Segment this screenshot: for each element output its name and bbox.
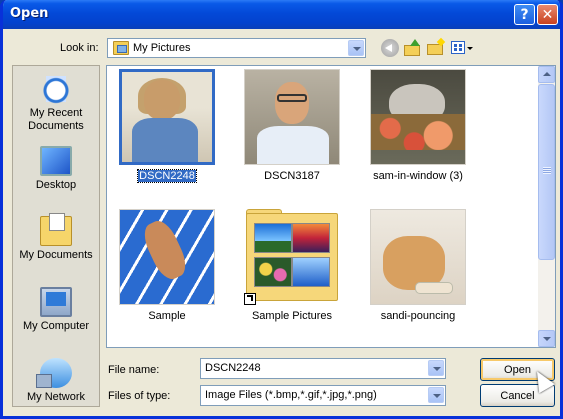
file-item-dscn2248[interactable]: DSCN2248 <box>112 69 222 183</box>
file-type-dropdown[interactable]: Image Files (*.bmp,*.gif,*.jpg,*.png) <box>200 385 446 406</box>
scroll-thumb[interactable] <box>538 84 555 260</box>
file-item-sam-in-window[interactable]: sam-in-window (3) <box>363 69 473 183</box>
file-type-value: Image Files (*.bmp,*.gif,*.jpg,*.png) <box>205 389 377 401</box>
help-button[interactable]: ? <box>514 4 535 25</box>
file-item-sandi-pouncing[interactable]: sandi-pouncing <box>363 209 473 323</box>
place-label: Desktop <box>35 179 77 191</box>
back-icon[interactable] <box>381 39 399 57</box>
place-label: My Computer <box>22 320 90 332</box>
new-folder-icon[interactable] <box>427 37 446 57</box>
close-button[interactable]: ✕ <box>537 4 558 25</box>
file-name-label: sam-in-window (3) <box>373 170 463 182</box>
place-my-recent-documents[interactable]: My Recent Documents <box>13 74 99 133</box>
place-my-computer[interactable]: My Computer <box>13 287 99 333</box>
file-item-dscn3187[interactable]: DSCN3187 <box>237 69 347 183</box>
photo-thumbnail <box>119 209 215 305</box>
title-bar[interactable]: Open ? ✕ <box>3 0 560 29</box>
place-label: My Documents <box>19 249 93 261</box>
views-menu-icon[interactable] <box>450 39 474 57</box>
vertical-scrollbar[interactable] <box>538 66 555 347</box>
window-title: Open <box>10 6 49 21</box>
my-documents-icon <box>40 213 72 246</box>
file-item-sample-pictures[interactable]: Sample Pictures <box>237 209 347 323</box>
shortcut-arrow-icon <box>244 293 256 305</box>
place-my-documents[interactable]: My Documents <box>13 213 99 262</box>
places-bar: My Recent Documents Desktop My Documents… <box>12 65 100 407</box>
photo-thumbnail <box>244 69 340 165</box>
photo-thumbnail <box>119 69 215 165</box>
open-dialog: Open ? ✕ Look in: My Pictures My Recent … <box>0 0 563 419</box>
file-name-label-text: File name: <box>108 364 160 376</box>
look-in-value: My Pictures <box>133 42 191 54</box>
photo-thumbnail <box>370 209 466 305</box>
file-name-label: Sample <box>148 310 186 322</box>
place-desktop[interactable]: Desktop <box>13 146 99 192</box>
look-in-label: Look in: <box>60 42 99 54</box>
folder-thumbnail <box>244 209 340 305</box>
desktop-icon <box>40 146 72 176</box>
recent-documents-icon <box>40 74 72 104</box>
up-folder-icon[interactable] <box>404 39 422 57</box>
scroll-down-icon[interactable] <box>538 330 555 347</box>
file-name-field[interactable]: DSCN2248 <box>200 358 446 379</box>
file-name-label: DSCN3187 <box>264 170 320 182</box>
file-name-label: Sample Pictures <box>251 310 333 322</box>
place-label: My Recent Documents <box>28 107 84 132</box>
place-label: My Network <box>26 391 86 403</box>
file-list[interactable]: DSCN2248 DSCN3187 sam-in-window (3) Samp… <box>106 65 556 348</box>
look-in-dropdown[interactable]: My Pictures <box>107 38 366 58</box>
my-pictures-folder-icon <box>113 41 129 55</box>
scroll-up-icon[interactable] <box>538 66 555 83</box>
chevron-down-icon[interactable] <box>348 40 364 56</box>
photo-thumbnail <box>370 69 466 165</box>
my-network-icon <box>36 358 72 388</box>
chevron-down-icon[interactable] <box>428 387 444 403</box>
file-item-sample[interactable]: Sample <box>112 209 222 323</box>
file-name-value: DSCN2248 <box>205 362 261 374</box>
place-my-network[interactable]: My Network <box>13 358 99 404</box>
file-name-label: DSCN2248 <box>137 169 197 183</box>
my-computer-icon <box>40 287 72 317</box>
file-name-label: sandi-pouncing <box>380 310 456 322</box>
file-type-label-text: Files of type: <box>108 390 171 402</box>
chevron-down-icon[interactable] <box>428 360 444 376</box>
